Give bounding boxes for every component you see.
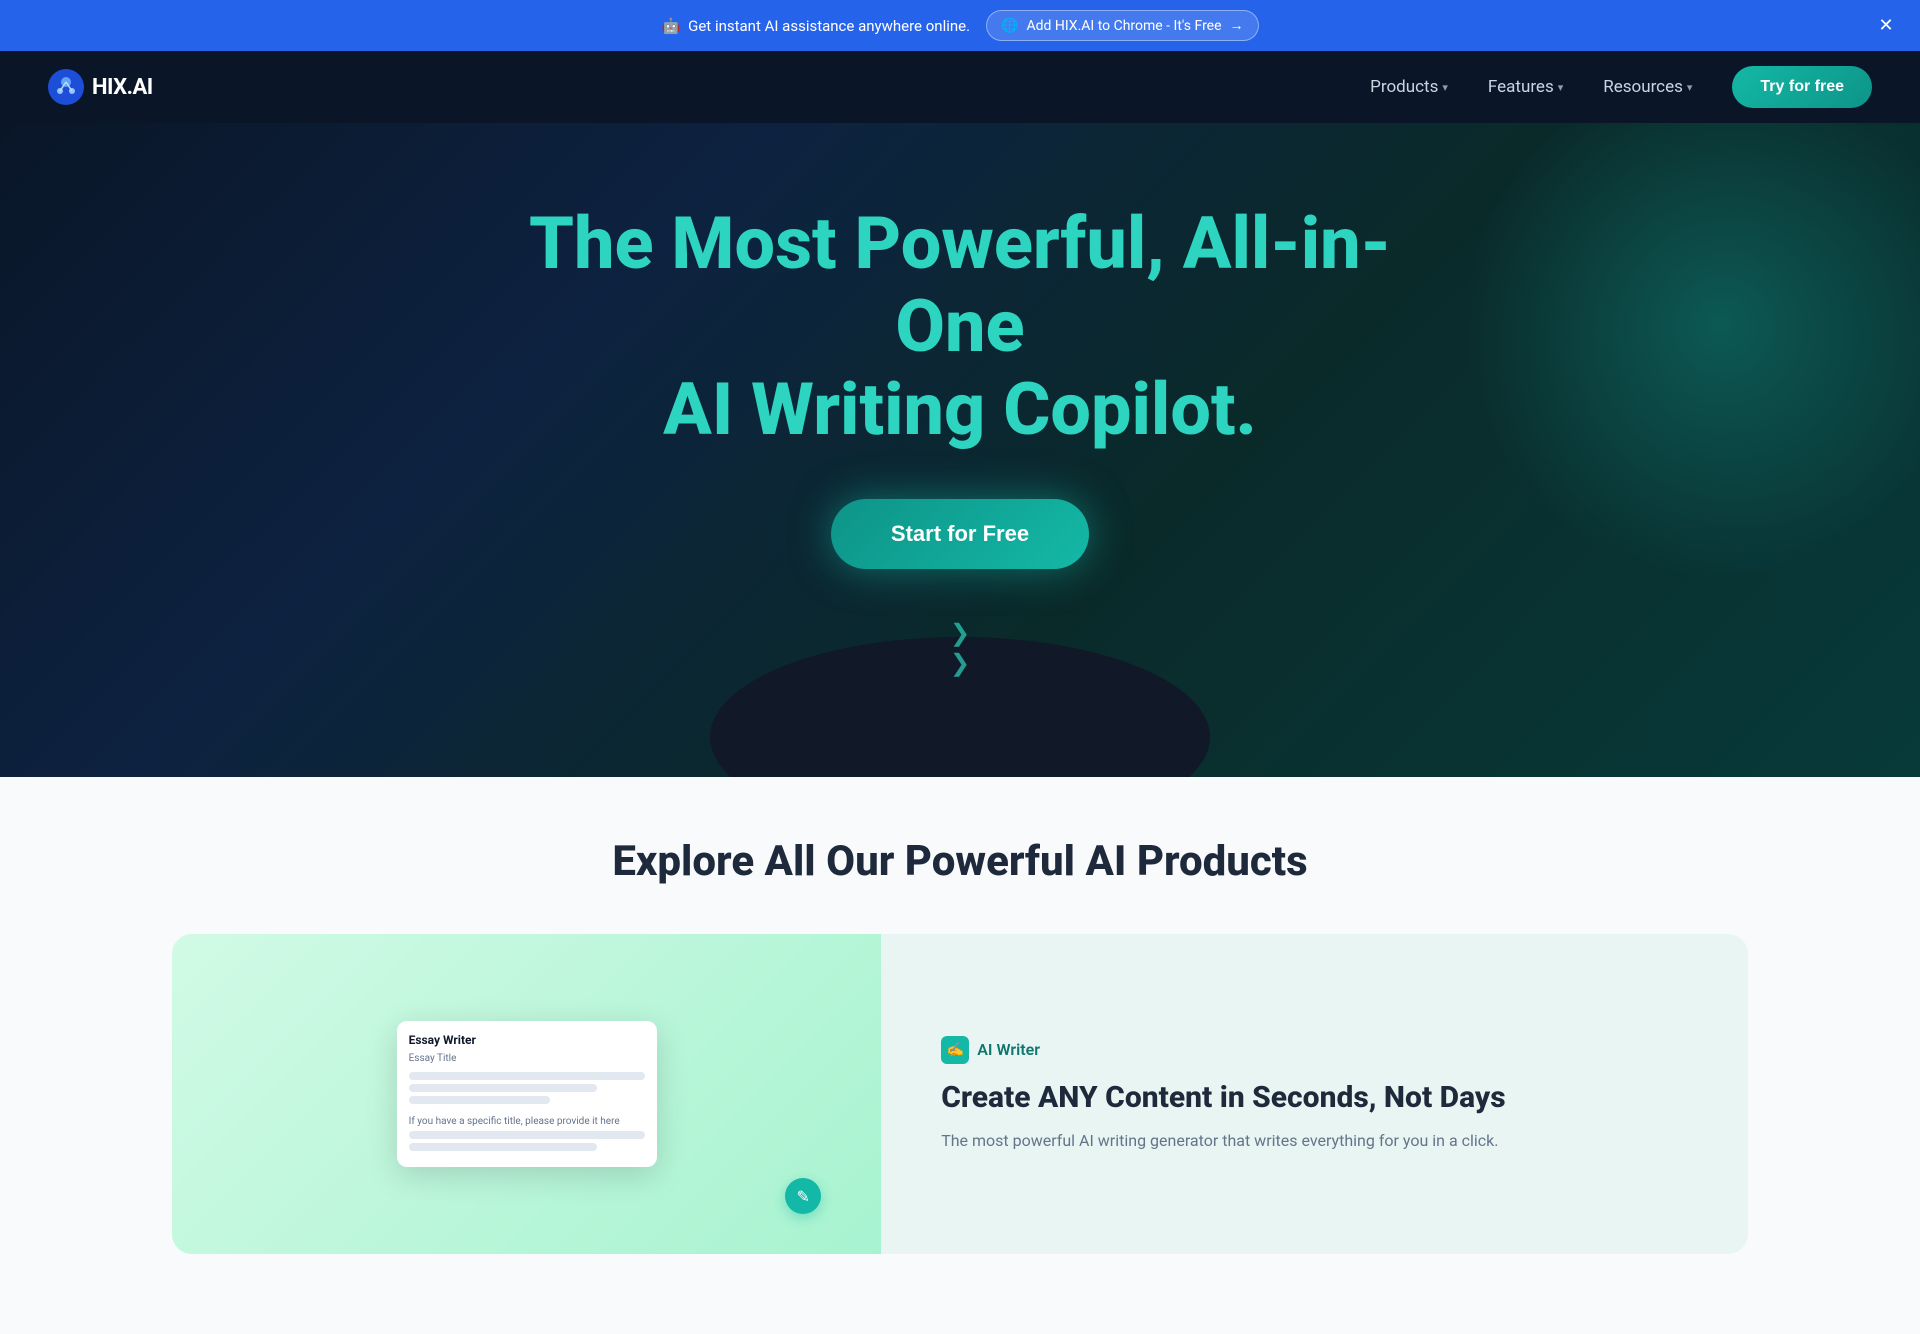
products-section: Explore All Our Powerful AI Products Ess… [0,777,1920,1334]
product-badge-label: AI Writer [977,1040,1040,1059]
mock-ui-preview: Essay Writer Essay Title If you have a s… [397,1021,657,1167]
resources-label: Resources [1603,77,1683,97]
banner-text-content: Get instant AI assistance anywhere onlin… [688,17,970,35]
scroll-indicator: ❯ ❯ [950,619,970,677]
features-chevron-icon: ▾ [1558,81,1564,94]
mock-ui-badge: ✎ [785,1178,821,1214]
mock-ui-line-3 [409,1096,551,1104]
product-card-title: Create ANY Content in Seconds, Not Days [941,1080,1688,1116]
product-card-content: ✍ AI Writer Create ANY Content in Second… [881,934,1748,1254]
chevron-down-icon: ❯ [950,619,970,647]
mock-ui-line-2 [409,1084,598,1092]
banner-close-button[interactable]: ✕ [1872,12,1900,40]
product-badge: ✍ AI Writer [941,1036,1688,1064]
logo[interactable]: HIX.AI [48,69,153,105]
ai-writer-icon: ✍ [941,1036,969,1064]
products-label: Products [1370,77,1438,97]
hero-title-line1: The Most Powerful, All-in-One [529,201,1391,369]
top-banner: 🤖 Get instant AI assistance anywhere onl… [0,0,1920,51]
banner-cta-label: Add HIX.AI to Chrome - It's Free [1027,18,1222,34]
banner-cta-button[interactable]: 🌐 Add HIX.AI to Chrome - It's Free → [986,10,1258,41]
chrome-icon: 🌐 [1001,18,1018,34]
banner-message: 🤖 Get instant AI assistance anywhere onl… [661,17,970,35]
mock-ui-placeholder: If you have a specific title, please pro… [409,1116,645,1127]
hero-title-line2: AI Writing Copilot. [663,367,1257,452]
logo-icon [48,69,84,105]
mock-ui-line-1 [409,1072,645,1080]
nav-resources[interactable]: Resources ▾ [1587,69,1708,105]
product-card-image: Essay Writer Essay Title If you have a s… [172,934,881,1254]
mock-ui-subtitle: Essay Title [409,1053,645,1064]
product-card-description: The most powerful AI writing generator t… [941,1128,1688,1154]
mock-ui-line-5 [409,1143,598,1151]
nav-links: Products ▾ Features ▾ Resources ▾ Try fo… [1354,66,1872,108]
product-card-ai-writer: Essay Writer Essay Title If you have a s… [172,934,1748,1254]
try-free-button[interactable]: Try for free [1732,66,1872,108]
banner-emoji: 🤖 [661,17,680,35]
navbar: HIX.AI Products ▾ Features ▾ Resources ▾… [0,51,1920,123]
nav-products[interactable]: Products ▾ [1354,69,1464,105]
chevron-down-icon-2: ❯ [950,649,970,677]
start-free-button[interactable]: Start for Free [831,499,1089,569]
arrow-icon: → [1230,17,1244,34]
features-label: Features [1488,77,1554,97]
products-chevron-icon: ▾ [1442,81,1448,94]
logo-text: HIX.AI [92,75,153,100]
products-section-title: Explore All Our Powerful AI Products [172,837,1748,886]
mock-ui-title: Essay Writer [409,1033,645,1047]
hero-title: The Most Powerful, All-in-One AI Writing… [510,203,1410,451]
resources-chevron-icon: ▾ [1687,81,1693,94]
hero-section: The Most Powerful, All-in-One AI Writing… [0,123,1920,777]
nav-features[interactable]: Features ▾ [1472,69,1579,105]
mock-ui-line-4 [409,1131,645,1139]
writer-icon-glyph: ✍ [946,1042,963,1058]
